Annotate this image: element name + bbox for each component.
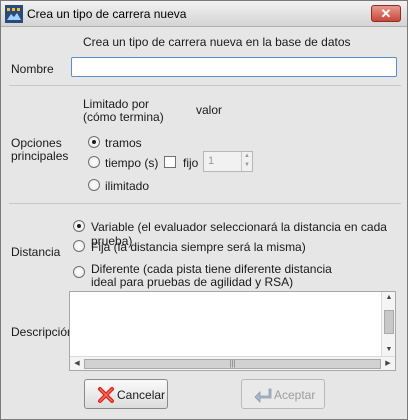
accept-button-label: Aceptar — [274, 388, 316, 402]
app-icon — [5, 5, 23, 23]
accept-button[interactable]: Aceptar — [241, 379, 325, 409]
vertical-scrollbar[interactable]: ▲ ▼ — [381, 292, 395, 356]
cancel-button[interactable]: Cancelar — [84, 379, 168, 409]
limit-header-line1: Limitado por — [83, 97, 150, 111]
radio-fija[interactable] — [73, 240, 85, 252]
radio-tramos[interactable] — [88, 136, 100, 148]
scroll-down-icon[interactable]: ▼ — [382, 344, 396, 356]
scroll-up-icon[interactable]: ▲ — [382, 292, 396, 304]
title-bar[interactable]: Crea un tipo de carrera nueva ✕ — [1, 1, 407, 27]
radio-diferente[interactable] — [73, 266, 85, 278]
cancel-icon — [98, 387, 114, 403]
close-icon[interactable]: ✕ — [371, 5, 401, 22]
spin-down-icon[interactable]: ▼ — [242, 161, 252, 170]
name-input[interactable] — [71, 57, 397, 77]
options-label-line2: principales — [11, 149, 69, 163]
checkbox-fijo-label[interactable]: fijo — [183, 156, 198, 170]
distance-label: Distancia — [11, 245, 61, 259]
radio-tiempo[interactable] — [88, 156, 100, 168]
scroll-right-icon[interactable]: ▶ — [381, 357, 395, 371]
checkbox-fijo[interactable] — [164, 156, 176, 168]
header-text: Crea un tipo de carrera nueva en la base… — [83, 35, 351, 49]
spinbox-value: 1 — [208, 155, 215, 167]
value-spinbox[interactable]: 1 ▲ ▼ — [203, 151, 253, 172]
cancel-button-label: Cancelar — [117, 388, 166, 402]
horizontal-scroll-thumb[interactable]: ||| — [84, 359, 381, 369]
description-textarea[interactable]: ▲ ▼ ◀ ||| ▶ — [69, 291, 396, 371]
radio-ilimitado[interactable] — [88, 179, 100, 191]
name-label: Nombre — [11, 62, 54, 76]
spinbox-arrows[interactable]: ▲ ▼ — [241, 152, 252, 171]
radio-fija-label[interactable]: Fija (la distancia siempre será la misma… — [91, 240, 306, 254]
radio-tiempo-label[interactable]: tiempo (s) — [105, 156, 158, 170]
dialog-window: Crea un tipo de carrera nueva ✕ Crea un … — [0, 0, 408, 420]
spin-up-icon[interactable]: ▲ — [242, 152, 252, 161]
limit-header-line2: (cómo termina) — [83, 110, 164, 124]
radio-diferente-label-line2[interactable]: ideal para pruebas de agilidad y RSA) — [91, 275, 293, 289]
scroll-left-icon[interactable]: ◀ — [70, 357, 84, 371]
options-label-line1: Opciones — [11, 136, 62, 150]
accept-icon — [254, 388, 272, 403]
description-label: Descripción — [11, 325, 74, 339]
separator — [9, 85, 401, 86]
radio-variable[interactable] — [73, 220, 85, 232]
vertical-scroll-thumb[interactable] — [384, 310, 394, 334]
radio-ilimitado-label[interactable]: ilimitado — [105, 179, 149, 193]
separator — [9, 203, 401, 204]
horizontal-scrollbar[interactable]: ◀ ||| ▶ — [70, 356, 395, 370]
value-header: valor — [196, 103, 223, 117]
window-title: Crea un tipo de carrera nueva — [27, 7, 187, 21]
radio-diferente-label-line1[interactable]: Diferente (cada pista tiene diferente di… — [91, 262, 332, 276]
radio-tramos-label[interactable]: tramos — [105, 136, 142, 150]
